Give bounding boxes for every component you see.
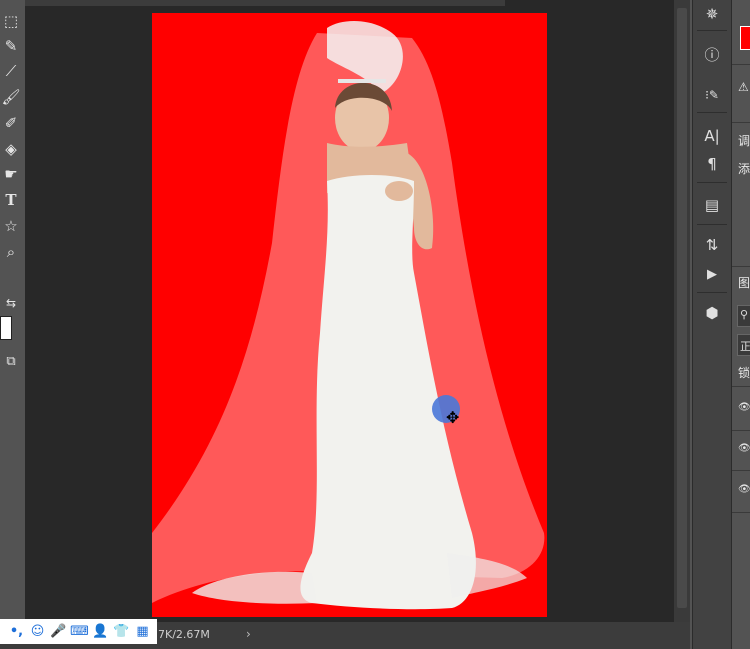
warning-icon: ⚠ (738, 80, 749, 94)
actions-icon[interactable]: ▶ (700, 263, 724, 285)
ime-toolbar: •, ☺ 🎤 ⌨ 👤 👕 ▦ (0, 619, 157, 644)
smudge-tool-icon[interactable]: ☛ (0, 163, 22, 185)
divider (732, 386, 750, 387)
layer-filter-box[interactable]: ⚲ (737, 305, 750, 327)
divider (732, 122, 750, 123)
screen-mode-icon[interactable]: ⧉ (0, 350, 22, 372)
keyboard-icon[interactable]: ⌨ (70, 623, 89, 640)
notes-icon[interactable]: ▤ (700, 194, 724, 216)
vertical-scrollbar[interactable] (674, 0, 690, 624)
tab-strip (25, 0, 505, 6)
divider (732, 64, 750, 65)
document-canvas[interactable] (152, 13, 547, 617)
microphone-icon[interactable]: 🎤 (50, 623, 67, 640)
color-swatch[interactable] (740, 26, 750, 50)
tools-panel: ⬚ ✎ ⟋ 🖌 ✐ ◈ ☛ T ☆ ⌕ ⇆ ⧉ (0, 0, 24, 620)
paragraph-icon[interactable]: ¶ (700, 153, 724, 175)
history-icon[interactable]: ⇅ (700, 234, 724, 256)
layer-visibility-eye-icon[interactable]: 👁 (738, 402, 750, 413)
shape-tool-icon[interactable]: ☆ (0, 215, 22, 237)
quick-selection-tool-icon[interactable]: ✎ (0, 35, 22, 57)
search-icon: ⚲ (740, 308, 749, 321)
status-menu-chevron-icon[interactable]: › (246, 627, 251, 641)
type-tool-icon[interactable]: T (0, 189, 22, 211)
document-size: 7K/2.67M (158, 628, 210, 641)
bride-photo (152, 21, 545, 610)
emoji-icon[interactable]: ☺ (29, 623, 46, 640)
history-brush-tool-icon[interactable]: ✐ (0, 112, 22, 134)
user-icon[interactable]: 👤 (92, 623, 109, 640)
divider (732, 470, 750, 471)
divider (697, 30, 727, 31)
add-adjustment-label: 添 (738, 162, 750, 176)
skin-shirt-icon[interactable]: 👕 (113, 623, 130, 640)
brush-settings-icon[interactable]: ⁝✎ (700, 84, 724, 106)
layer-visibility-eye-icon[interactable]: 👁 (738, 443, 750, 454)
eyedropper-tool-icon[interactable]: ⟋ (0, 60, 22, 82)
move-cursor-icon: ✥ (446, 408, 460, 427)
marquee-tool-icon[interactable]: ⬚ (0, 10, 22, 32)
lock-label: 锁 (738, 366, 750, 380)
character-icon[interactable]: A| (700, 125, 724, 147)
blend-mode-select[interactable]: 正 (737, 334, 750, 356)
paint-bucket-tool-icon[interactable]: ◈ (0, 138, 22, 160)
divider (732, 266, 750, 267)
3d-icon[interactable]: ⬢ (700, 302, 724, 324)
layer-visibility-eye-icon[interactable]: 👁 (738, 484, 750, 495)
layers-tab[interactable]: 图 (738, 274, 750, 291)
scrollbar-thumb[interactable] (677, 8, 687, 608)
punctuation-icon[interactable]: •, (8, 623, 25, 640)
divider (697, 112, 727, 113)
divider (732, 512, 750, 513)
foreground-color-swatch[interactable] (0, 316, 12, 340)
adjustments-tab[interactable]: 调 (738, 132, 750, 149)
divider (732, 430, 750, 431)
divider (697, 224, 727, 225)
info-icon[interactable]: ⓘ (700, 43, 724, 65)
swap-colors-icon[interactable]: ⇆ (0, 292, 22, 314)
divider (697, 292, 727, 293)
grid-menu-icon[interactable]: ▦ (134, 623, 151, 640)
brush-tool-icon[interactable]: 🖌 (0, 86, 22, 108)
zoom-tool-icon[interactable]: ⌕ (0, 241, 22, 263)
right-panels: ⚠ 调 添 图 ⚲ 正 锁 👁 👁 👁 (731, 0, 750, 649)
navigator-icon[interactable]: ✵ (700, 3, 724, 25)
divider (697, 182, 727, 183)
hand (385, 181, 413, 201)
panel-icon-strip: ✵ ⓘ ⁝✎ A| ¶ ▤ ⇅ ▶ ⬢ (692, 0, 731, 649)
blend-mode-value: 正 (740, 340, 750, 353)
